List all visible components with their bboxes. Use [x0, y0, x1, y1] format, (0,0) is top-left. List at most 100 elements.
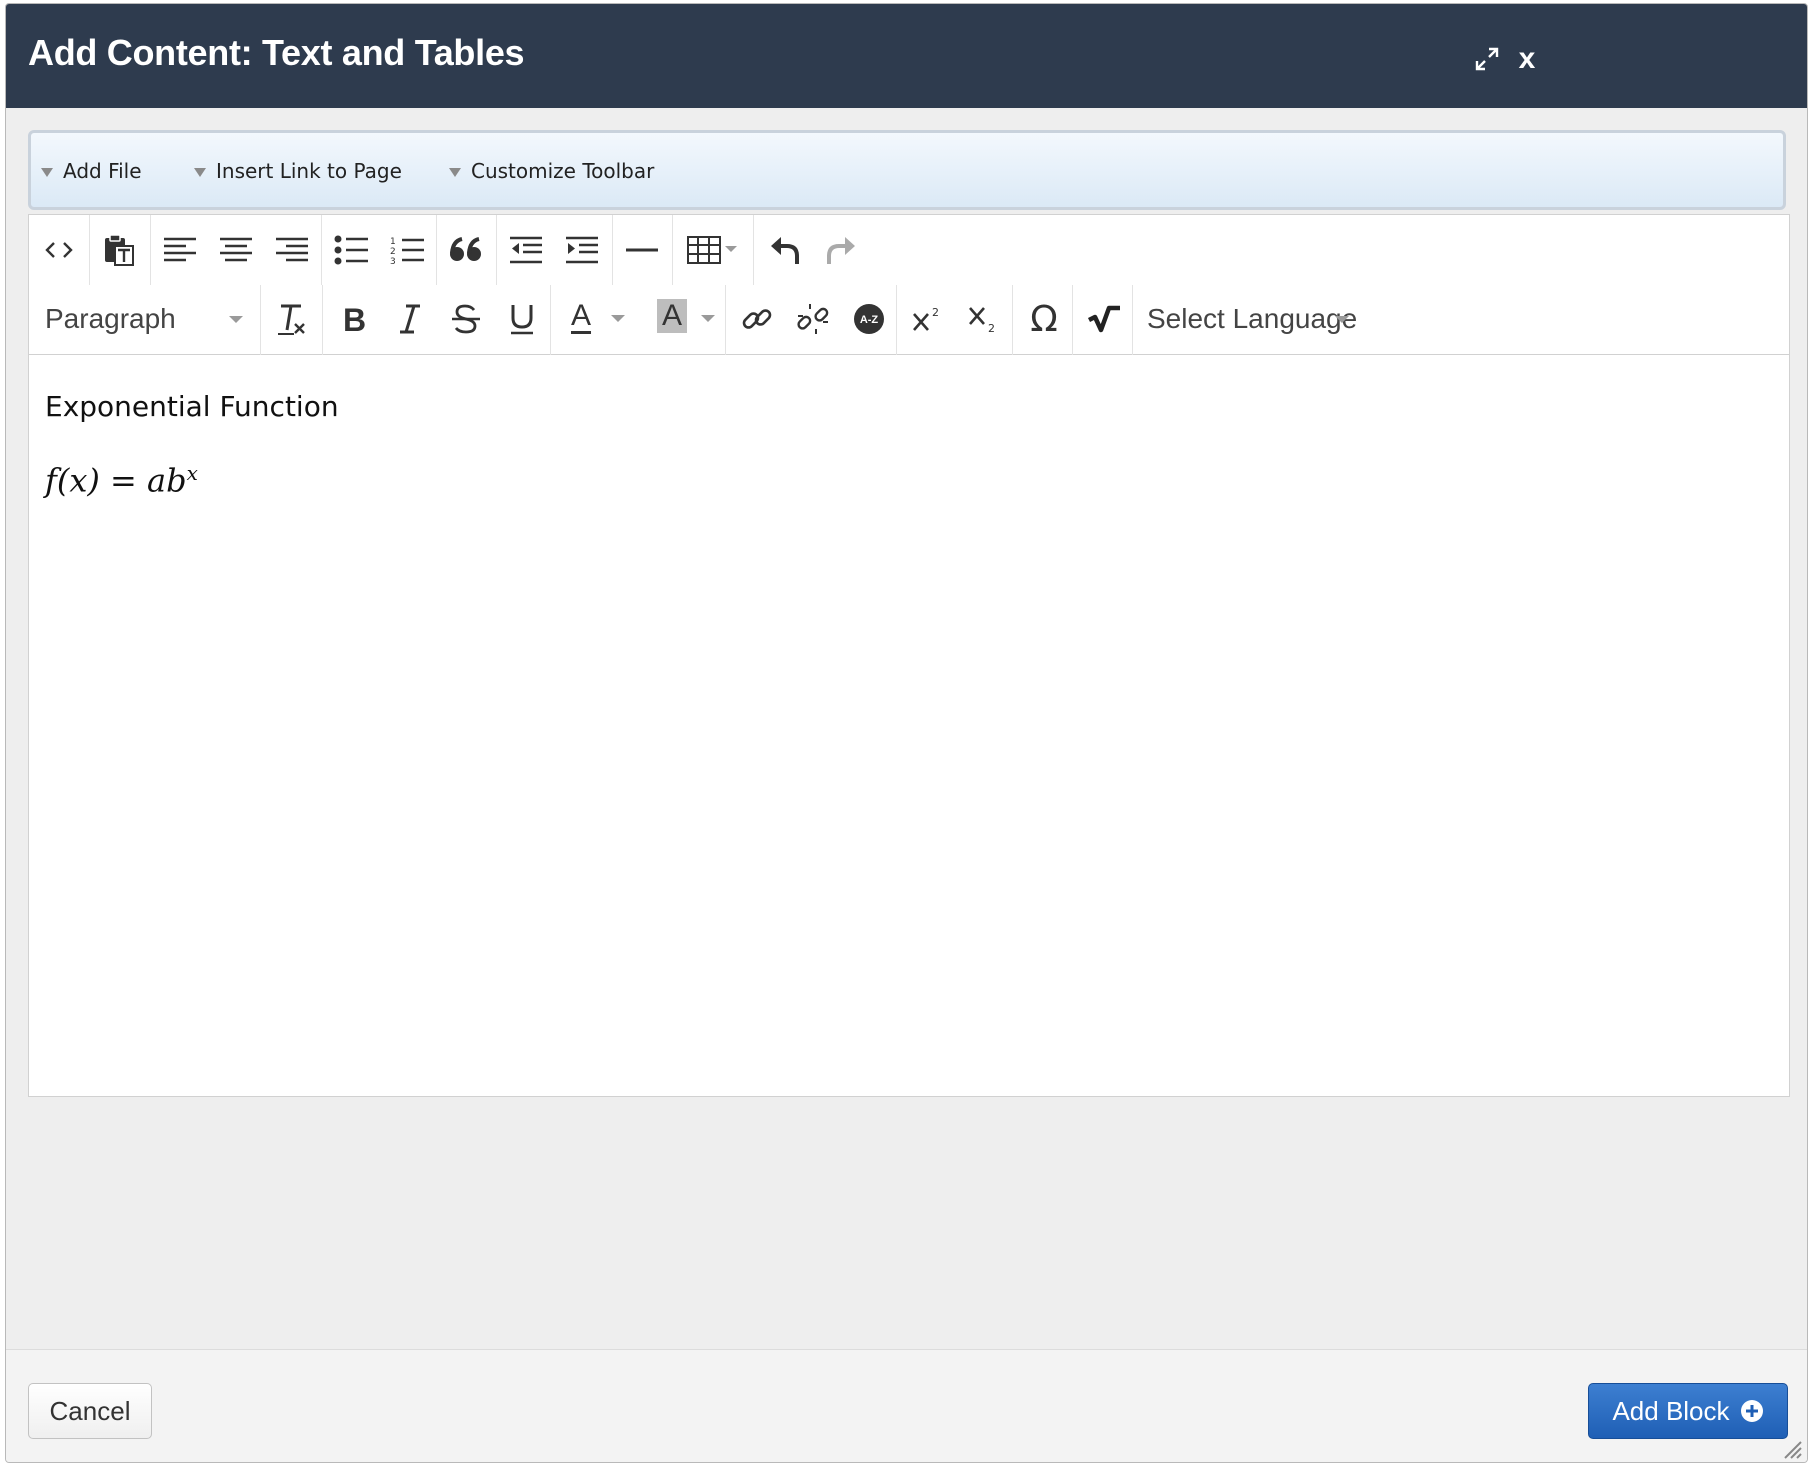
language-select-value: Select Language — [1147, 303, 1358, 334]
cancel-label: Cancel — [49, 1395, 131, 1426]
decrease-indent-button[interactable] — [497, 221, 555, 279]
horizontal-line-button[interactable] — [613, 221, 671, 279]
numbered-list-button[interactable]: 123 — [378, 221, 436, 279]
dropdown-arrow-icon — [194, 168, 206, 177]
format-select-value: Paragraph — [45, 303, 176, 334]
align-right-icon — [276, 237, 308, 262]
chevron-down-icon — [1335, 316, 1349, 323]
dropdown-arrow-icon — [41, 168, 53, 177]
remove-format-button[interactable] — [263, 290, 321, 348]
paste-text-button[interactable] — [90, 221, 148, 279]
svg-text:A-Z: A-Z — [860, 314, 879, 326]
math-equation-button[interactable] — [1075, 290, 1133, 348]
redo-button[interactable] — [812, 221, 870, 279]
paste-text-icon — [105, 234, 134, 266]
superscript-icon: 2 — [913, 306, 939, 331]
customize-toolbar-label: Customize Toolbar — [471, 159, 655, 183]
align-center-icon — [220, 237, 252, 262]
language-select[interactable]: Select Language — [1147, 289, 1407, 349]
text-color-letter: A — [571, 299, 592, 332]
content-heading: Exponential Function — [45, 390, 339, 423]
add-block-label: Add Block — [1612, 1395, 1730, 1426]
special-character-button[interactable]: Ω — [1015, 290, 1073, 348]
background-color-letter: A — [657, 299, 687, 333]
square-root-icon — [1087, 305, 1120, 333]
svg-text:2: 2 — [932, 306, 939, 319]
insert-link-button[interactable] — [728, 290, 786, 348]
outdent-icon — [510, 236, 542, 264]
italic-button[interactable] — [381, 290, 439, 348]
redo-icon — [827, 237, 855, 264]
chevron-down-icon — [611, 315, 625, 322]
underline-button[interactable] — [493, 290, 551, 348]
cancel-button[interactable]: Cancel — [28, 1383, 152, 1439]
source-code-button[interactable] — [30, 221, 88, 279]
add-file-link[interactable]: Add File — [41, 159, 142, 183]
indent-icon — [566, 236, 598, 264]
align-center-button[interactable] — [207, 221, 265, 279]
bulleted-list-icon — [334, 235, 368, 265]
svg-text:1: 1 — [390, 237, 396, 247]
editor-content-area[interactable]: Exponential Function f(x) = abx — [29, 356, 1789, 1096]
editor-toolbar: 123 Paragraph B A A A-Z 2 2 Ω Select Lan… — [29, 215, 1789, 355]
add-block-button[interactable]: Add Block — [1588, 1383, 1788, 1439]
svg-text:2: 2 — [390, 247, 396, 257]
undo-button[interactable] — [756, 221, 814, 279]
dialog-footer: Cancel Add Block — [6, 1349, 1807, 1462]
link-icon — [742, 309, 772, 329]
superscript-button[interactable]: 2 — [899, 290, 957, 348]
table-button[interactable] — [676, 221, 748, 279]
unlink-button[interactable] — [784, 290, 842, 348]
chevron-down-icon — [701, 315, 715, 322]
az-glossary-icon: A-Z — [854, 304, 884, 334]
omega-icon: Ω — [1030, 298, 1058, 340]
table-icon — [687, 236, 737, 264]
formula-exponent: x — [186, 461, 198, 485]
add-content-dialog: Add Content: Text and Tables x Add File … — [5, 3, 1808, 1463]
underline-icon — [511, 305, 533, 335]
strikethrough-icon — [452, 304, 480, 334]
unlink-icon — [797, 304, 829, 334]
format-select[interactable]: Paragraph — [29, 289, 259, 349]
numbered-list-icon: 123 — [390, 237, 424, 265]
expand-button[interactable] — [1470, 42, 1504, 76]
math-formula[interactable]: f(x) = abx — [45, 461, 1773, 500]
svg-text:2: 2 — [988, 322, 995, 334]
bulleted-list-button[interactable] — [322, 221, 380, 279]
formula-main: f(x) = ab — [45, 461, 187, 500]
customize-toolbar-link[interactable]: Customize Toolbar — [449, 159, 654, 183]
insert-link-label: Insert Link to Page — [216, 159, 402, 183]
svg-text:3: 3 — [390, 257, 396, 265]
resize-grip-icon[interactable] — [1781, 1438, 1803, 1460]
dialog-titlebar: Add Content: Text and Tables x — [6, 4, 1807, 108]
align-right-button[interactable] — [263, 221, 321, 279]
dialog-title: Add Content: Text and Tables — [28, 32, 525, 73]
italic-icon — [400, 304, 420, 334]
increase-indent-button[interactable] — [553, 221, 611, 279]
text-color-button[interactable]: A — [553, 290, 637, 348]
plus-circle-icon — [1740, 1400, 1763, 1422]
code-icon — [45, 242, 73, 258]
rich-text-editor: 123 Paragraph B A A A-Z 2 2 Ω Select Lan… — [28, 214, 1790, 1097]
horizontal-line-icon — [626, 248, 658, 252]
background-color-button[interactable]: A — [643, 290, 727, 348]
dropdown-arrow-icon — [449, 168, 461, 177]
insert-link-to-page-link[interactable]: Insert Link to Page — [194, 159, 402, 183]
subscript-icon: 2 — [969, 307, 995, 334]
blockquote-button[interactable] — [437, 221, 495, 279]
remove-format-icon — [278, 304, 305, 335]
quote-icon — [450, 237, 481, 261]
subscript-button[interactable]: 2 — [955, 290, 1013, 348]
add-file-label: Add File — [63, 159, 142, 183]
glossary-az-button[interactable]: A-Z — [840, 290, 898, 348]
bold-button[interactable]: B — [325, 290, 383, 348]
expand-arrows-icon — [1475, 47, 1499, 71]
chevron-down-icon — [229, 316, 243, 323]
svg-text:B: B — [343, 304, 366, 334]
bold-icon: B — [343, 304, 366, 334]
insert-panel: Add File Insert Link to Page Customize T… — [28, 130, 1786, 210]
align-left-icon — [164, 237, 196, 262]
strikethrough-button[interactable] — [437, 290, 495, 348]
close-button[interactable]: x — [1510, 42, 1544, 76]
align-left-button[interactable] — [151, 221, 209, 279]
